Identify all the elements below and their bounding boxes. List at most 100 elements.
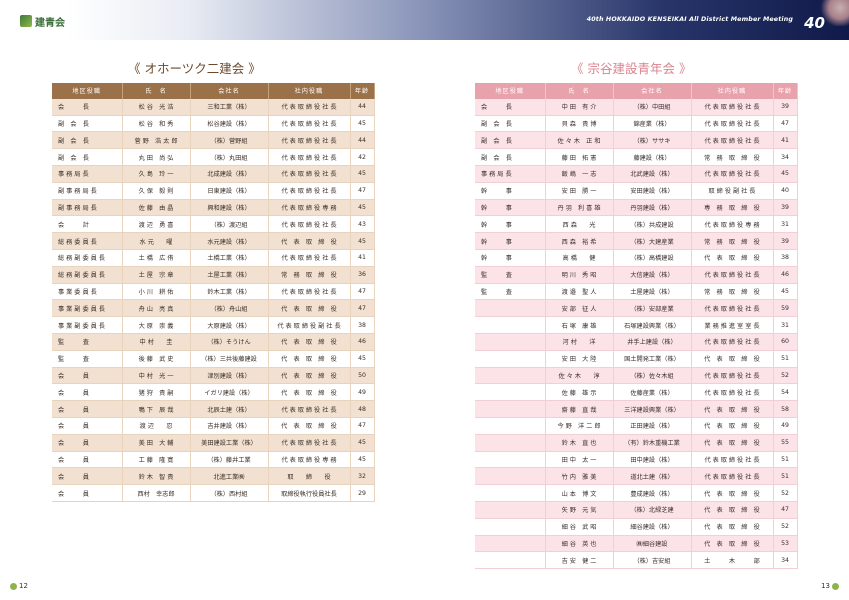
position-cell: 代 表 取 締 役 bbox=[691, 417, 774, 435]
col-header-age: 年齢 bbox=[350, 83, 375, 99]
table-row: 幹 事西 森 光（株）共成建設代 表 取 締 役 専 務 31 bbox=[475, 215, 798, 234]
logo: 建青会 bbox=[20, 13, 65, 29]
position-cell: 代 表 取 締 役 社 長 bbox=[691, 467, 774, 486]
age-cell: 29 bbox=[350, 484, 375, 502]
position-cell: 業 務 推 進 室 室 長 bbox=[691, 316, 774, 334]
age-cell: 50 bbox=[350, 367, 375, 385]
corner-decoration bbox=[819, 0, 849, 26]
meeting-title: 40th HOKKAIDO KENSEIKAI All District Mem… bbox=[586, 16, 793, 23]
role-cell: 副 事 務 局 長 bbox=[52, 182, 123, 200]
name-cell: 水 元 曜 bbox=[122, 232, 191, 250]
name-cell: 細 谷 武 昭 bbox=[545, 518, 614, 536]
age-cell: 38 bbox=[773, 249, 798, 267]
position-cell: 代 表 取 締 役 bbox=[691, 400, 774, 418]
name-cell: 齋 藤 直 哉 bbox=[545, 400, 614, 418]
name-cell: 中 村 圭 bbox=[122, 333, 191, 351]
name-cell: 石 塚 康 雄 bbox=[545, 316, 614, 334]
position-cell: 代 表 取 締 役 bbox=[268, 333, 351, 351]
age-cell: 34 bbox=[773, 148, 798, 166]
role-cell bbox=[475, 367, 546, 385]
company-cell: 大原建設（株） bbox=[190, 316, 269, 334]
age-cell: 47 bbox=[350, 182, 375, 200]
table-row: 副 会 長藤 田 拓 憲藤建設（株）常 務 取 締 役 34 bbox=[475, 148, 798, 166]
role-cell: 事 業 副 委 員 長 bbox=[52, 316, 123, 334]
role-cell: 会 員 bbox=[52, 367, 123, 385]
position-cell: 代 表 取 締 役 社 長 bbox=[268, 434, 351, 452]
page-number-left: 12 bbox=[10, 582, 28, 590]
position-cell: 代 表 取 締 役 社 長 bbox=[691, 367, 774, 385]
name-cell: 久 島 玲 一 bbox=[122, 165, 191, 183]
position-cell: 代 表 取 締 役 bbox=[691, 501, 774, 519]
age-cell: 49 bbox=[773, 417, 798, 435]
role-cell bbox=[475, 535, 546, 553]
position-cell: 代 表 取 締 役 bbox=[691, 518, 774, 536]
role-cell bbox=[475, 518, 546, 536]
age-cell: 34 bbox=[773, 551, 798, 570]
role-cell: 事 業 副 委 員 長 bbox=[52, 299, 123, 318]
age-cell: 45 bbox=[773, 283, 798, 301]
table-row: 会 員猪 狩 貴 嗣イガリ建設（株）代 表 取 締 役 49 bbox=[52, 383, 375, 402]
age-cell: 52 bbox=[773, 367, 798, 385]
company-cell: 佐藤産業（株） bbox=[613, 383, 692, 402]
company-cell: 田中建設（株） bbox=[613, 451, 692, 469]
role-cell bbox=[475, 484, 546, 502]
position-cell: 代 表 取 締 役 社 長 bbox=[268, 249, 351, 267]
role-cell: 監 査 bbox=[475, 283, 546, 301]
position-cell: 代 表 取 締 役 社 長 bbox=[691, 165, 774, 183]
role-cell: 会 員 bbox=[52, 484, 123, 502]
position-cell: 代 表 取 締 役 社 長 bbox=[268, 215, 351, 234]
table-row: 監 査明 川 秀 昭大信建設（株）代 表 取 締 役 社 長 46 bbox=[475, 266, 798, 284]
company-cell: （株）丸田組 bbox=[190, 148, 269, 166]
company-cell: 土屋建設（株） bbox=[613, 283, 692, 301]
role-cell bbox=[475, 316, 546, 334]
role-cell: 会 長 bbox=[475, 98, 546, 116]
name-cell: 西村 幸志郎 bbox=[122, 484, 191, 502]
page-number-right-text: 13 bbox=[821, 582, 830, 590]
name-cell: 小 川 耕 佑 bbox=[122, 283, 191, 301]
position-cell: 常 務 取 締 役 bbox=[691, 148, 774, 166]
age-cell: 44 bbox=[350, 131, 375, 150]
company-cell: （株）安部産業 bbox=[613, 299, 692, 318]
table-row: 副 会 長貝 森 貴 博錦産業（株）代 表 取 締 役 社 長 47 bbox=[475, 115, 798, 133]
position-cell: 代 表 取 締 役 bbox=[691, 535, 774, 553]
role-cell: 監 査 bbox=[52, 333, 123, 351]
role-cell bbox=[475, 501, 546, 519]
table-row: 副 事 務 局 長佐 藤 由 晶興和建設（株）代 表 取 締 役 専 務 45 bbox=[52, 199, 375, 217]
table-row: 矢 野 元 気（株）北緑芝建代 表 取 締 役 47 bbox=[475, 501, 798, 519]
name-cell: 大 原 崇 義 bbox=[122, 316, 191, 334]
age-cell: 60 bbox=[773, 333, 798, 351]
table-row: 会 長中 田 有 介（株）中田組代 表 取 締 役 社 長 39 bbox=[475, 98, 798, 116]
company-cell: （株）藤井工業 bbox=[190, 451, 269, 469]
table-row: 細 谷 武 昭細谷建設（株）代 表 取 締 役 52 bbox=[475, 518, 798, 536]
company-cell: 石塚建設興業（株） bbox=[613, 316, 692, 334]
table-row: 山 本 博 文豊成建設（株）代 表 取 締 役 52 bbox=[475, 484, 798, 502]
company-cell: 吉井建設（株） bbox=[190, 417, 269, 435]
position-cell: 代 表 取 締 役 社 長 bbox=[691, 299, 774, 318]
company-cell: 錦産業（株） bbox=[613, 115, 692, 133]
age-cell: 49 bbox=[350, 383, 375, 402]
position-cell: 代 表 取 締 役 社 長 bbox=[691, 333, 774, 351]
position-cell: 代 表 取 締 役 社 長 bbox=[691, 451, 774, 469]
table-row: 会 員鴨 下 辰 哉北辰土建（株）代 表 取 締 役 社 長 48 bbox=[52, 400, 375, 418]
position-cell: 代 表 取 締 役 社 長 bbox=[268, 165, 351, 183]
position-cell: 代 表 取 締 役 社 長 bbox=[691, 266, 774, 284]
name-cell: 丹 羽 利 喜 雄 bbox=[545, 199, 614, 217]
company-cell: 三洋建設興業（株） bbox=[613, 400, 692, 418]
role-cell: 総 務 副 委 員 長 bbox=[52, 249, 123, 267]
company-cell: 土橋工業（株） bbox=[190, 249, 269, 267]
company-cell: 津別建設（株） bbox=[190, 367, 269, 385]
age-cell: 53 bbox=[773, 535, 798, 553]
company-cell: （株）大建産業 bbox=[613, 232, 692, 250]
role-cell: 会 計 bbox=[52, 215, 123, 234]
company-cell: 土屋工業（株） bbox=[190, 266, 269, 284]
position-cell: 代 表 取 締 役 社 長 bbox=[268, 98, 351, 116]
role-cell: 監 査 bbox=[475, 266, 546, 284]
company-cell: 豊成建設（株） bbox=[613, 484, 692, 502]
company-cell: 美田建設工業（株） bbox=[190, 434, 269, 452]
age-cell: 47 bbox=[773, 501, 798, 519]
company-cell: （株）そうけん bbox=[190, 333, 269, 351]
name-cell: 佐 藤 由 晶 bbox=[122, 199, 191, 217]
role-cell: 総 務 副 委 員 長 bbox=[52, 266, 123, 284]
age-cell: 39 bbox=[773, 98, 798, 116]
company-cell: （株）菅野組 bbox=[190, 131, 269, 150]
